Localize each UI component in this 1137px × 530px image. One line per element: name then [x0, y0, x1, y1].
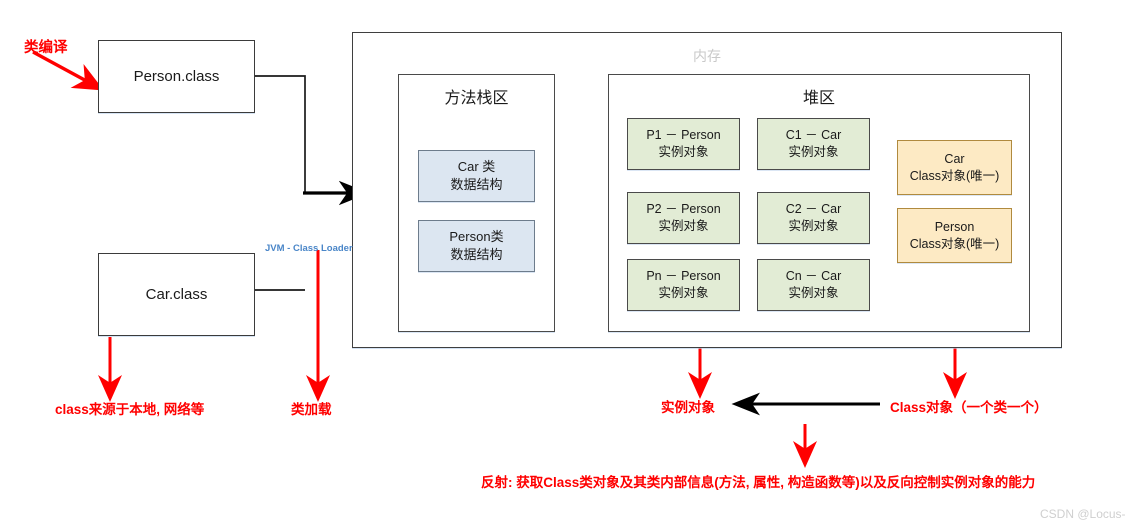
heap-instance-pn[interactable]: Pn － Person 实例对象	[627, 259, 740, 311]
connector-classfiles-to-memory	[255, 75, 370, 291]
annotation-instance-object: 实例对象	[661, 400, 715, 415]
heap-class-object-car[interactable]: Car Class对象(唯一)	[897, 140, 1012, 195]
heap-class-object-car-line2: Class对象(唯一)	[909, 168, 1000, 183]
heap-instance-c1-line2: 实例对象	[788, 145, 839, 159]
annotation-class-loader: JVM - Class Loader	[265, 243, 353, 254]
heap-instance-c1-line1: C1 － Car	[785, 128, 842, 143]
heap-instance-p1[interactable]: P1 － Person 实例对象	[627, 118, 740, 170]
heap-instance-c2[interactable]: C2 － Car 实例对象	[757, 192, 870, 244]
annotation-class-load: 类加载	[291, 402, 332, 417]
class-file-car[interactable]: Car.class	[98, 253, 255, 336]
heap-class-object-car-line1: Car	[944, 151, 965, 166]
heap-class-object-person[interactable]: Person Class对象(唯一)	[897, 208, 1012, 263]
heap-instance-p1-line1: P1 － Person	[646, 128, 721, 143]
class-file-person[interactable]: Person.class	[98, 40, 255, 113]
class-file-person-label: Person.class	[133, 68, 220, 85]
heap-instance-cn[interactable]: Cn － Car 实例对象	[757, 259, 870, 311]
heap-label: 堆区	[802, 90, 835, 107]
heap-instance-pn-line1: Pn － Person	[646, 269, 721, 284]
heap-instance-c2-line2: 实例对象	[788, 219, 839, 233]
csdn-watermark: CSDN @Locus-	[1040, 507, 1126, 521]
heap-class-object-person-line1: Person	[934, 219, 975, 234]
heap-instance-p2[interactable]: P2 － Person 实例对象	[627, 192, 740, 244]
heap-instance-cn-line1: Cn － Car	[785, 269, 842, 284]
method-area-region: 方法栈区	[398, 74, 555, 332]
method-area-cell-person-line2: 数据结构	[450, 247, 503, 262]
heap-instance-c2-line1: C2 － Car	[785, 202, 842, 217]
annotation-class-source: class来源于本地, 网络等	[55, 402, 205, 417]
annotation-compile: 类编译	[24, 40, 68, 56]
heap-instance-p1-line2: 实例对象	[658, 145, 709, 159]
heap-instance-p2-line1: P2 － Person	[646, 202, 721, 217]
annotation-reflection: 反射: 获取Class类对象及其类内部信息(方法, 属性, 构造函数等)以及反向…	[481, 475, 1036, 490]
class-file-car-label: Car.class	[145, 286, 208, 303]
method-area-cell-car[interactable]: Car 类 数据结构	[418, 150, 535, 202]
annotation-class-object: Class对象（一个类一个）	[890, 400, 1048, 415]
heap-instance-c1[interactable]: C1 － Car 实例对象	[757, 118, 870, 170]
heap-instance-p2-line2: 实例对象	[658, 219, 709, 233]
diagram-canvas: Person.class Car.class 内存 方法栈区 Car 类 数据结…	[0, 0, 1137, 530]
method-area-cell-person[interactable]: Person类 数据结构	[418, 220, 535, 272]
memory-label: 内存	[693, 48, 721, 64]
heap-instance-pn-line2: 实例对象	[658, 286, 709, 300]
heap-instance-cn-line2: 实例对象	[788, 286, 839, 300]
method-area-cell-car-line1: Car 类	[457, 159, 496, 175]
method-area-cell-person-line1: Person类	[449, 229, 504, 245]
method-area-label: 方法栈区	[444, 90, 509, 107]
method-area-cell-car-line2: 数据结构	[450, 177, 503, 192]
heap-class-object-person-line2: Class对象(唯一)	[909, 236, 1000, 251]
